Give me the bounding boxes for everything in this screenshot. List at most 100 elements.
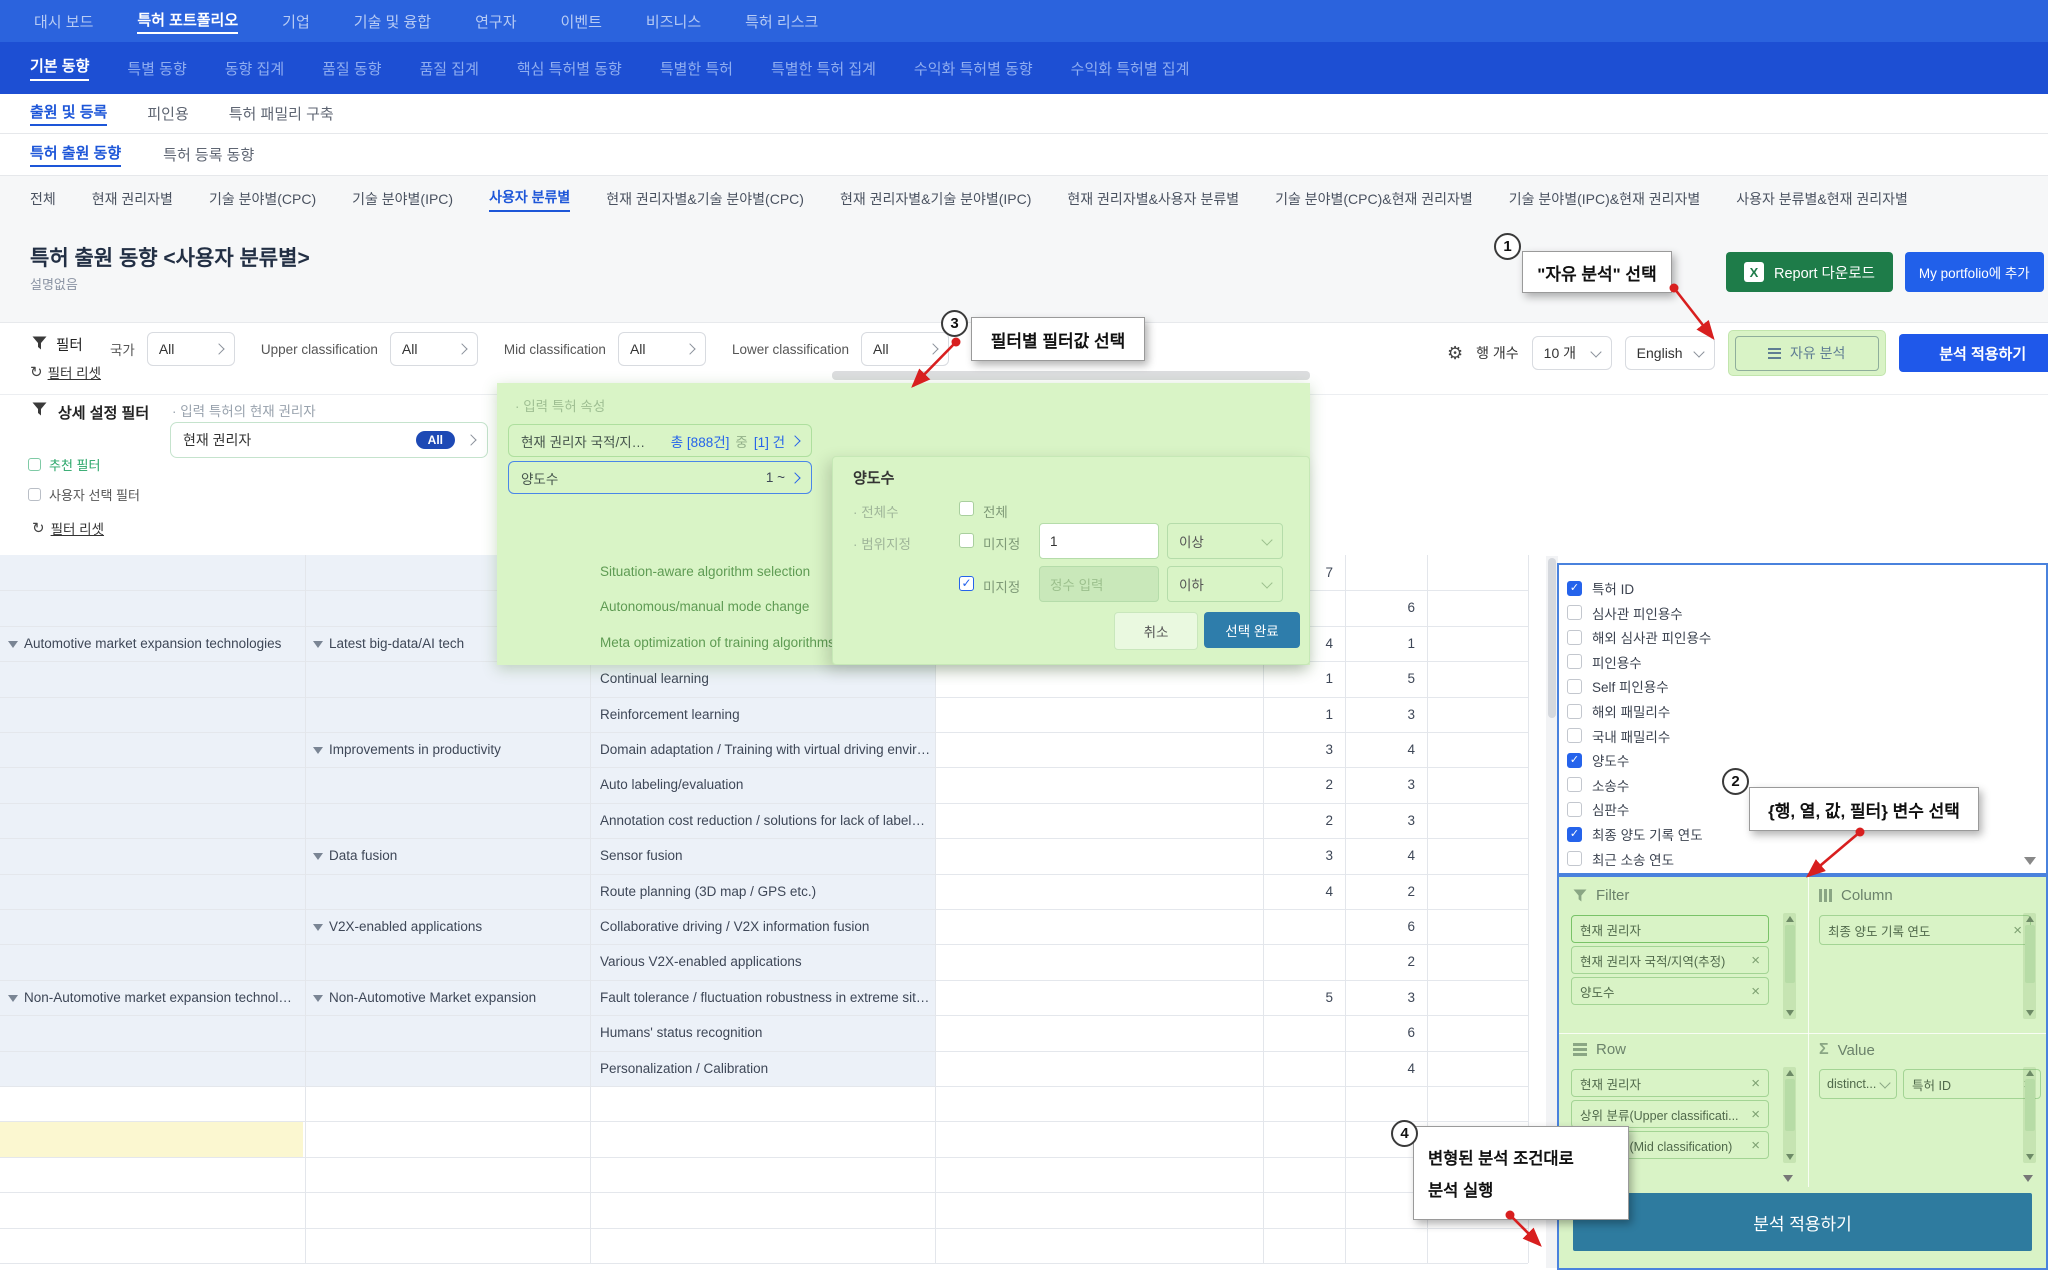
nav2-item-5[interactable]: 핵심 특허별 동향 xyxy=(517,58,622,79)
nav1-item-3[interactable]: 기술 및 융합 xyxy=(354,11,431,32)
pivot-chip[interactable]: 현재 권리자 xyxy=(1571,915,1769,943)
assignment-count-filter-chip[interactable]: 양도수 1 ~ xyxy=(508,461,812,494)
checkbox[interactable] xyxy=(1567,630,1582,645)
gear-icon[interactable]: ⚙ xyxy=(1447,343,1463,364)
collapse-triangle-icon[interactable] xyxy=(313,995,323,1002)
tab-2[interactable]: 기술 분야별(CPC) xyxy=(209,189,316,209)
nav3-item-0-active[interactable]: 출원 및 등록 xyxy=(30,101,107,126)
pivot-chip[interactable]: 양도수× xyxy=(1571,977,1769,1005)
row-scrollbar[interactable] xyxy=(1783,1067,1796,1163)
field-item[interactable]: 심사관 피인용수 xyxy=(1567,602,1683,624)
horizontal-scrollbar[interactable] xyxy=(832,371,1310,380)
tab-6[interactable]: 현재 권리자별&기술 분야별(IPC) xyxy=(840,189,1031,209)
table-group1-cell[interactable]: Automotive market expansion technologies xyxy=(8,626,302,661)
checkbox[interactable] xyxy=(1567,851,1582,866)
scroll-down-icon[interactable] xyxy=(2024,857,2036,865)
add-to-portfolio-button[interactable]: My portfolio에 추가 xyxy=(1905,252,2044,292)
checkbox[interactable] xyxy=(28,488,41,501)
collapse-triangle-icon[interactable] xyxy=(313,641,323,648)
table-group1-cell[interactable]: Non-Automotive market expansion technol… xyxy=(8,980,302,1015)
field-item[interactable]: 심판수 xyxy=(1567,798,1629,820)
nav4-item-0-active[interactable]: 특허 출원 동향 xyxy=(30,142,121,167)
tab-7[interactable]: 현재 권리자별&사용자 분류별 xyxy=(1067,189,1239,209)
nav2-item-1[interactable]: 특별 동향 xyxy=(127,58,186,79)
row-count-select[interactable]: 10 개 xyxy=(1532,336,1612,370)
field-item[interactable]: Self 피인용수 xyxy=(1567,675,1669,697)
checkbox[interactable] xyxy=(1567,728,1582,743)
collapse-triangle-icon[interactable] xyxy=(313,924,323,931)
max-unspecified-checkbox[interactable]: ✓ xyxy=(959,576,974,591)
pivot-chip[interactable]: 현재 권리자 국적/지역(추정)× xyxy=(1571,946,1769,974)
field-item[interactable]: 소송수 xyxy=(1567,774,1629,796)
scroll-down-icon[interactable] xyxy=(2023,1175,2033,1182)
chip-close-icon[interactable]: × xyxy=(1751,1137,1760,1154)
collapse-triangle-icon[interactable] xyxy=(8,641,18,648)
max-value-input[interactable]: 정수 입력 xyxy=(1039,566,1159,602)
confirm-selection-button[interactable]: 선택 완료 xyxy=(1204,612,1300,648)
nav1-item-0[interactable]: 대시 보드 xyxy=(34,11,93,32)
chip-close-icon[interactable]: × xyxy=(1751,1075,1760,1092)
checkbox-checked[interactable]: ✓ xyxy=(1567,753,1582,768)
value-scrollbar[interactable] xyxy=(2023,1067,2036,1163)
total-checkbox[interactable] xyxy=(959,501,974,516)
nav2-item-6[interactable]: 특별한 특허 xyxy=(660,58,733,79)
field-item[interactable]: 해외 심사관 피인용수 xyxy=(1567,626,1711,648)
tab-5[interactable]: 현재 권리자별&기술 분야별(CPC) xyxy=(606,189,804,209)
nav3-item-2[interactable]: 특허 패밀리 구축 xyxy=(229,103,334,124)
nav2-item-2[interactable]: 동향 집계 xyxy=(225,58,284,79)
nav2-item-9[interactable]: 수익화 특허별 집계 xyxy=(1071,58,1190,79)
checkbox[interactable] xyxy=(1567,679,1582,694)
filter-reset-button[interactable]: ↻ 필터 리셋 xyxy=(30,362,101,382)
tab-10[interactable]: 사용자 분류별&현재 권리자별 xyxy=(1736,189,1908,209)
checkbox[interactable] xyxy=(28,458,41,471)
chip-close-icon[interactable]: × xyxy=(1751,1106,1760,1123)
nav1-item-2[interactable]: 기업 xyxy=(282,11,310,32)
field-item[interactable]: 피인용수 xyxy=(1567,651,1642,673)
tab-1[interactable]: 현재 권리자별 xyxy=(92,189,173,209)
report-download-button[interactable]: X Report 다운로드 xyxy=(1726,252,1893,292)
filter-scrollbar[interactable] xyxy=(1783,913,1796,1019)
chip-close-icon[interactable]: × xyxy=(2013,922,2022,939)
detail-filter-reset-button[interactable]: ↻ 필터 리셋 xyxy=(32,518,104,538)
checkbox-checked[interactable]: ✓ xyxy=(1567,581,1582,596)
nationality-filter-chip[interactable]: 현재 권리자 국적/지… 총 [888건] 중 [1] 건 xyxy=(508,424,812,457)
scroll-down-icon[interactable] xyxy=(1783,1175,1793,1182)
nav2-item-4[interactable]: 품질 집계 xyxy=(420,58,479,79)
scrollbar-thumb[interactable] xyxy=(1548,558,1556,718)
table-group2-cell[interactable]: Data fusion xyxy=(313,838,587,873)
max-operator-select[interactable]: 이하 xyxy=(1167,566,1283,602)
highlighted-empty-cell[interactable] xyxy=(0,1121,303,1156)
checkbox[interactable] xyxy=(1567,605,1582,620)
filter-field-select[interactable]: All xyxy=(147,332,235,366)
checkbox[interactable] xyxy=(1567,777,1582,792)
pivot-chip[interactable]: 현재 권리자× xyxy=(1571,1069,1769,1097)
pivot-chip[interactable]: 최종 양도 기록 연도× xyxy=(1819,915,2031,945)
checkbox[interactable] xyxy=(1567,704,1582,719)
value-function-select[interactable]: distinct... xyxy=(1819,1069,1897,1099)
collapse-triangle-icon[interactable] xyxy=(313,853,323,860)
tab-3[interactable]: 기술 분야별(IPC) xyxy=(352,189,453,209)
field-item[interactable]: 최근 소송 연도 xyxy=(1567,848,1674,870)
filter-field-select[interactable]: All xyxy=(861,332,949,366)
nav1-item-1-active[interactable]: 특허 포트폴리오 xyxy=(137,9,238,34)
user-filter-option[interactable]: 사용자 선택 필터 xyxy=(28,485,140,504)
nav1-item-4[interactable]: 연구자 xyxy=(475,11,516,32)
recommend-filter-option[interactable]: 추천 필터 xyxy=(28,455,100,474)
collapse-triangle-icon[interactable] xyxy=(8,995,18,1002)
collapse-triangle-icon[interactable] xyxy=(313,747,323,754)
nav2-item-3[interactable]: 품질 동향 xyxy=(322,58,381,79)
min-operator-select[interactable]: 이상 xyxy=(1167,523,1283,559)
current-owner-filter[interactable]: 현재 권리자 All xyxy=(170,422,488,458)
nav3-item-1[interactable]: 피인용 xyxy=(147,103,188,124)
field-item[interactable]: ✓특허 ID xyxy=(1567,577,1634,599)
free-analysis-button[interactable]: 자유 분석 xyxy=(1735,336,1879,371)
table-group2-cell[interactable]: Non-Automotive Market expansion xyxy=(313,980,587,1015)
field-item[interactable]: 국내 패밀리수 xyxy=(1567,725,1670,747)
tab-4-active[interactable]: 사용자 분류별 xyxy=(489,187,570,212)
nav2-item-7[interactable]: 특별한 특허 집계 xyxy=(771,58,876,79)
filter-field-select[interactable]: All xyxy=(390,332,478,366)
nav4-item-1[interactable]: 특허 등록 동향 xyxy=(163,144,254,165)
language-select[interactable]: English xyxy=(1625,336,1715,370)
min-value-input[interactable]: 1 xyxy=(1039,523,1159,559)
tab-8[interactable]: 기술 분야별(CPC)&현재 권리자별 xyxy=(1275,189,1473,209)
